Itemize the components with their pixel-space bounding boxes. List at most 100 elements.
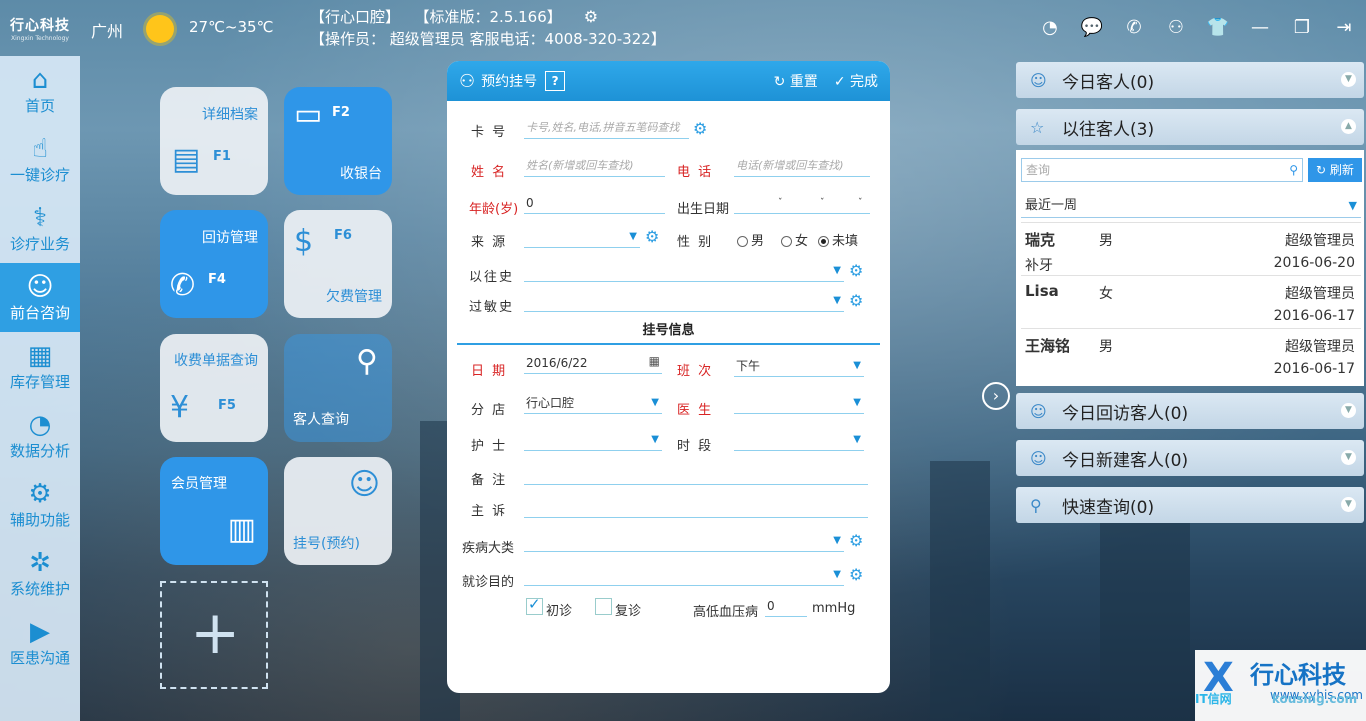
home-icon: ⌂	[31, 65, 49, 95]
list-item[interactable]: Lisa 女 超级管理员 2016-06-17	[1021, 275, 1361, 327]
gender-female-radio[interactable]: 女	[781, 230, 808, 249]
plus-icon: +	[190, 598, 241, 668]
date-input[interactable]: 2016/6/22 ▦	[524, 354, 662, 374]
card-settings-icon[interactable]: ⚙	[693, 119, 707, 138]
skin-icon[interactable]: 👕	[1204, 14, 1232, 40]
gender-unset-radio[interactable]: 未填	[818, 230, 858, 249]
sidebar-item-treatment[interactable]: ⚕ 诊疗业务	[0, 194, 80, 263]
top-bar: 行心科技 Xingxin Technology 广州 27℃~35℃ 【行心口腔…	[0, 0, 1366, 56]
source-select[interactable]: ▼	[524, 228, 640, 248]
today-guests-header[interactable]: ☺ 今日客人(0) ▼	[1016, 62, 1364, 98]
history-settings-icon[interactable]: ⚙	[849, 261, 863, 280]
expand-icon[interactable]: ▼	[1341, 403, 1356, 418]
help-button[interactable]: ?	[545, 71, 566, 91]
birth-date-select[interactable]: ˇˇˇ	[734, 194, 870, 214]
allergy-select[interactable]: ▼	[524, 292, 844, 312]
calendar-icon[interactable]: ▦	[649, 352, 660, 370]
sidebar-item-inventory[interactable]: ▦ 库存管理	[0, 332, 80, 401]
remark-input[interactable]	[524, 465, 868, 485]
sidebar-item-analytics[interactable]: ◔ 数据分析	[0, 401, 80, 470]
minimize-icon[interactable]: —	[1246, 14, 1274, 40]
chevron-down-icon: ▼	[1348, 199, 1357, 212]
source-settings-icon[interactable]: ⚙	[645, 227, 659, 246]
sidebar-item-home[interactable]: ⌂ 首页	[0, 56, 80, 125]
chevron-down-icon: ▼	[853, 360, 861, 371]
tile-detail-record[interactable]: 详细档案 ▤ F1	[160, 87, 268, 195]
today-followup-header[interactable]: ☺ 今日回访客人(0) ▼	[1016, 393, 1364, 429]
list-item[interactable]: 王海铭 男 超级管理员 2016-06-17	[1021, 328, 1361, 380]
phone-input[interactable]: 电话(新增或回车查找)	[734, 157, 870, 177]
tile-arrears[interactable]: $ F6 欠费管理	[284, 210, 392, 318]
history-label: 以往史	[469, 270, 515, 285]
sidebar-item-front-desk[interactable]: ☺ 前台咨询	[0, 263, 80, 332]
doctor-icon: ⚕	[32, 203, 48, 233]
past-guests-header[interactable]: ☆ 以往客人(3) ▲	[1016, 109, 1364, 145]
search-icon[interactable]: ⚲	[1289, 159, 1298, 181]
branch-select[interactable]: 行心口腔 ▼	[524, 394, 662, 414]
tile-member[interactable]: 会员管理 ▥	[160, 457, 268, 565]
revisit-label: 复诊	[615, 604, 642, 619]
complaint-input[interactable]	[524, 498, 868, 518]
purpose-select[interactable]: ▼	[524, 566, 844, 586]
settings-gear-icon[interactable]: ⚙	[584, 6, 598, 28]
sidebar-item-auxiliary[interactable]: ⚙ 辅助功能	[0, 470, 80, 539]
done-button[interactable]: ✓ 完成	[834, 71, 878, 91]
sidebar-item-communication[interactable]: ▶ 医患沟通	[0, 608, 80, 677]
allergy-settings-icon[interactable]: ⚙	[849, 291, 863, 310]
bill-search-icon: ¥	[170, 390, 190, 425]
add-tile-button[interactable]: +	[160, 581, 268, 689]
gender-male-radio[interactable]: 男	[737, 230, 764, 249]
chevron-down-icon: ▼	[833, 535, 841, 546]
chart-icon: ◔	[28, 410, 52, 440]
section-title: 挂号信息	[642, 323, 695, 338]
history-select[interactable]: ▼	[524, 262, 844, 282]
restore-icon[interactable]: ❐	[1288, 14, 1316, 40]
store-icon: ▦	[27, 341, 53, 371]
card-input[interactable]: 卡号,姓名,电话,拼音五笔码查找	[524, 119, 689, 139]
date-range-select[interactable]: 最近一周 ▼	[1021, 194, 1361, 218]
shift-select[interactable]: 下午 ▼	[734, 357, 864, 377]
tile-followup[interactable]: 回访管理 ✆ F4	[160, 210, 268, 318]
exit-icon[interactable]: ⇥	[1330, 14, 1358, 40]
disease-settings-icon[interactable]: ⚙	[849, 531, 863, 550]
quick-query-header[interactable]: ⚲ 快速查询(0) ▼	[1016, 487, 1364, 523]
age-input[interactable]: 0	[524, 194, 665, 214]
expand-icon[interactable]: ▼	[1341, 497, 1356, 512]
collapse-icon[interactable]: ▲	[1341, 119, 1356, 134]
user-add-icon: ☺	[1030, 70, 1047, 90]
hand-icon: ☝	[32, 134, 48, 164]
list-item[interactable]: 瑞克 男 超级管理员 补牙 2016-06-20	[1021, 222, 1361, 274]
tile-register[interactable]: ☺ 挂号(预约)	[284, 457, 392, 565]
window-controls: ◔ 💬 ✆ ⚇ 👕 — ❐ ⇥	[1036, 14, 1358, 40]
sidebar-item-system[interactable]: ✲ 系统维护	[0, 539, 80, 608]
time-slot-select[interactable]: ▼	[734, 431, 864, 451]
name-input[interactable]: 姓名(新增或回车查找)	[524, 157, 665, 177]
sidebar-item-quick-treatment[interactable]: ☝ 一键诊疗	[0, 125, 80, 194]
guest-search-input[interactable]: 查询 ⚲	[1021, 158, 1303, 182]
tile-receipt-query[interactable]: 收费单据查询 ¥ F5	[160, 334, 268, 442]
reset-button[interactable]: ↻ 重置	[774, 71, 818, 91]
tile-guest-query[interactable]: ⚲ 客人查询	[284, 334, 392, 442]
time-slot-label: 时 段	[677, 439, 714, 454]
nurse-select[interactable]: ▼	[524, 431, 662, 451]
tile-cashier[interactable]: ▭ F2 收银台	[284, 87, 392, 195]
expand-button[interactable]: ›	[982, 382, 1010, 410]
today-new-header[interactable]: ☺ 今日新建客人(0) ▼	[1016, 440, 1364, 476]
expand-icon[interactable]: ▼	[1341, 72, 1356, 87]
chat-icon[interactable]: 💬	[1078, 14, 1106, 40]
qq-icon[interactable]: ◔	[1036, 14, 1064, 40]
revisit-checkbox[interactable]	[595, 598, 612, 615]
doctor-select[interactable]: ▼	[734, 394, 864, 414]
panel-title: 预约挂号	[481, 74, 538, 90]
chevron-down-icon: ▼	[853, 434, 861, 445]
disease-select[interactable]: ▼	[524, 532, 844, 552]
expand-icon[interactable]: ▼	[1341, 450, 1356, 465]
purpose-settings-icon[interactable]: ⚙	[849, 565, 863, 584]
first-visit-checkbox[interactable]: ✓	[526, 595, 543, 615]
refresh-button[interactable]: ↻ 刷新	[1308, 158, 1362, 182]
phone-icon[interactable]: ✆	[1120, 14, 1148, 40]
source-label: 来 源	[471, 235, 508, 250]
user-settings-icon[interactable]: ⚇	[1162, 14, 1190, 40]
bp-input[interactable]: 0	[765, 597, 807, 617]
clinic-name: 【行心口腔】	[310, 8, 401, 26]
